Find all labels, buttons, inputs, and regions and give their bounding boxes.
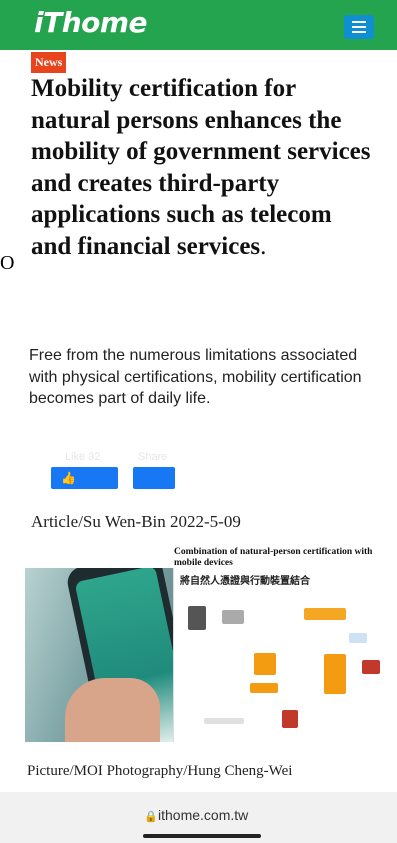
device-icon (188, 606, 206, 630)
photo-credits: Picture/MOI Photography/Hung Cheng-Wei (27, 763, 293, 779)
headline-text: Mobility certification for natural perso… (31, 75, 371, 260)
share-label: Share (138, 451, 168, 463)
diagram-title: 將自然人憑證與行動裝置結合 (180, 576, 310, 587)
facebook-share-button[interactable] (133, 467, 175, 489)
diagram-label-box (349, 633, 367, 643)
like-count-label: Like 32 (65, 451, 101, 463)
hand-illustration (65, 678, 160, 742)
module-box (250, 683, 278, 693)
site-header: iThome (0, 0, 397, 50)
server-box (304, 608, 346, 620)
cut-off-edge-character: O (0, 252, 15, 274)
target-box (362, 660, 380, 674)
diagram-line (204, 718, 244, 724)
article-lead: Free from the numerous limitations assoc… (29, 347, 362, 407)
article-photo[interactable]: 將自然人憑證與行動裝置結合 (25, 568, 381, 742)
figure-overlay-caption: Combination of natural-person certificat… (174, 547, 373, 568)
certification-diagram: 將自然人憑證與行動裝置結合 (173, 568, 381, 742)
key-icon (282, 710, 298, 728)
article-byline: Article/Su Wen-Bin 2022-5-09 (31, 512, 241, 531)
ithome-logo[interactable]: iThome (34, 6, 148, 39)
home-indicator[interactable] (143, 834, 261, 838)
lock-icon: 🔒 (144, 810, 158, 823)
address-url[interactable]: ithome.com.tw (158, 807, 248, 823)
news-badge[interactable]: News (31, 52, 67, 73)
module-box (254, 653, 276, 675)
hamburger-menu-icon[interactable] (344, 15, 374, 39)
facebook-like-button[interactable]: 👍 (51, 467, 118, 489)
thumbs-up-icon: 👍 (61, 471, 76, 485)
device-icon (222, 610, 244, 624)
headline-period: . (260, 232, 267, 260)
article-headline: Mobility certification for natural perso… (31, 73, 376, 262)
authentication-box (324, 654, 346, 694)
